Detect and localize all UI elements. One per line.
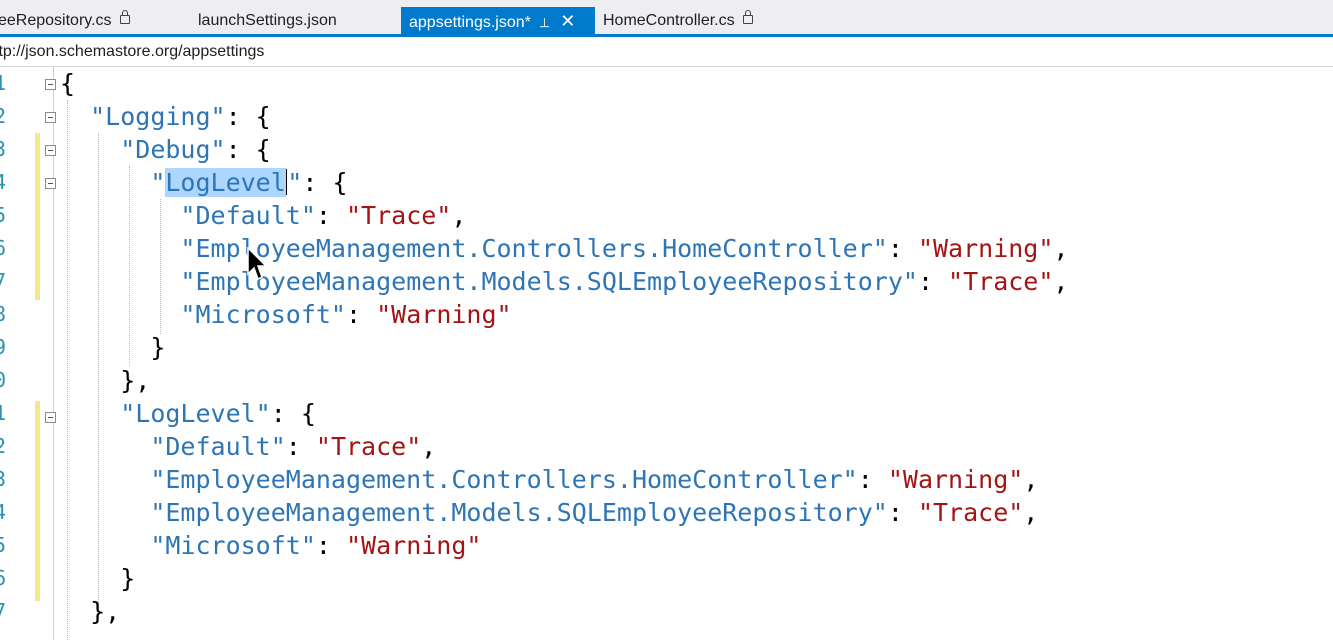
code-line-11: "LogLevel": { (120, 399, 316, 428)
line-number: 1 (0, 71, 7, 95)
line-number: 8 (0, 302, 7, 326)
json-schema-bar[interactable]: ttp://json.schemastore.org/appsettings (0, 37, 1333, 67)
collapse-toggle-icon[interactable] (45, 412, 56, 423)
close-icon[interactable]: ✕ (560, 7, 575, 36)
code-line-16: } (120, 564, 136, 593)
schema-url: ttp://json.schemastore.org/appsettings (0, 43, 265, 60)
tab-home-controller[interactable]: HomeController.cs (595, 0, 761, 34)
tab-appsettings[interactable]: appsettings.json* ⊣ ✕ (401, 7, 595, 34)
change-marker (35, 401, 40, 601)
selected-text: LogLevel (165, 168, 286, 197)
code-line-12: "Default": "Trace", (150, 432, 437, 461)
change-marker (35, 133, 40, 300)
tab-sql-employee-repository[interactable]: eeRepository.cs (0, 0, 138, 34)
code-line-13: "EmployeeManagement.Controllers.HomeCont… (150, 465, 1039, 494)
code-line-10: }, (120, 366, 151, 395)
code-line-14: "EmployeeManagement.Models.SQLEmployeeRe… (150, 498, 1039, 527)
code-line-2: "Logging": { (90, 102, 271, 131)
line-number: 5 (0, 203, 7, 227)
line-number: 4 (0, 500, 7, 524)
line-number: 0 (0, 368, 7, 392)
code-line-8: "Microsoft": "Warning" (180, 300, 512, 329)
tab-label: launchSettings.json (198, 12, 337, 29)
document-tab-strip: eeRepository.cs launchSettings.json apps… (0, 0, 1333, 34)
tab-label: eeRepository.cs (0, 12, 112, 29)
collapse-toggle-icon[interactable] (45, 112, 56, 123)
line-number: 2 (0, 104, 7, 128)
code-line-17: }, (90, 597, 121, 626)
line-number: 6 (0, 236, 7, 260)
line-number: 3 (0, 467, 7, 491)
collapse-toggle-icon[interactable] (45, 145, 56, 156)
code-line-4: "LogLevel": { (150, 168, 348, 197)
line-number: 2 (0, 434, 7, 458)
line-number: 7 (0, 599, 7, 623)
code-line-6: "EmployeeManagement.Controllers.HomeCont… (180, 234, 1069, 263)
collapse-toggle-icon[interactable] (45, 79, 56, 90)
code-line-5: "Default": "Trace", (180, 201, 467, 230)
line-number: 7 (0, 269, 7, 293)
line-number: 4 (0, 170, 7, 194)
code-line-9: } (150, 333, 166, 362)
mouse-pointer-icon (247, 247, 268, 281)
line-number: 5 (0, 533, 7, 557)
collapse-toggle-icon[interactable] (45, 178, 56, 189)
lock-icon (119, 10, 130, 24)
pin-icon[interactable]: ⊣ (530, 17, 559, 28)
line-number: 1 (0, 401, 7, 425)
code-line-1: { (60, 69, 76, 98)
lock-icon (742, 10, 753, 24)
tab-label: appsettings.json* (409, 14, 531, 31)
code-line-15: "Microsoft": "Warning" (150, 531, 482, 560)
tab-launch-settings[interactable]: launchSettings.json (190, 0, 345, 34)
line-number: 9 (0, 335, 7, 359)
code-line-7: "EmployeeManagement.Models.SQLEmployeeRe… (180, 267, 1069, 296)
tab-label: HomeController.cs (603, 12, 735, 29)
code-editor[interactable]: 1 2 3 4 5 6 7 8 9 0 1 2 3 4 5 6 7 { "Log… (0, 67, 1333, 640)
line-number: 6 (0, 566, 7, 590)
line-number: 3 (0, 137, 7, 161)
code-line-3: "Debug": { (120, 135, 271, 164)
